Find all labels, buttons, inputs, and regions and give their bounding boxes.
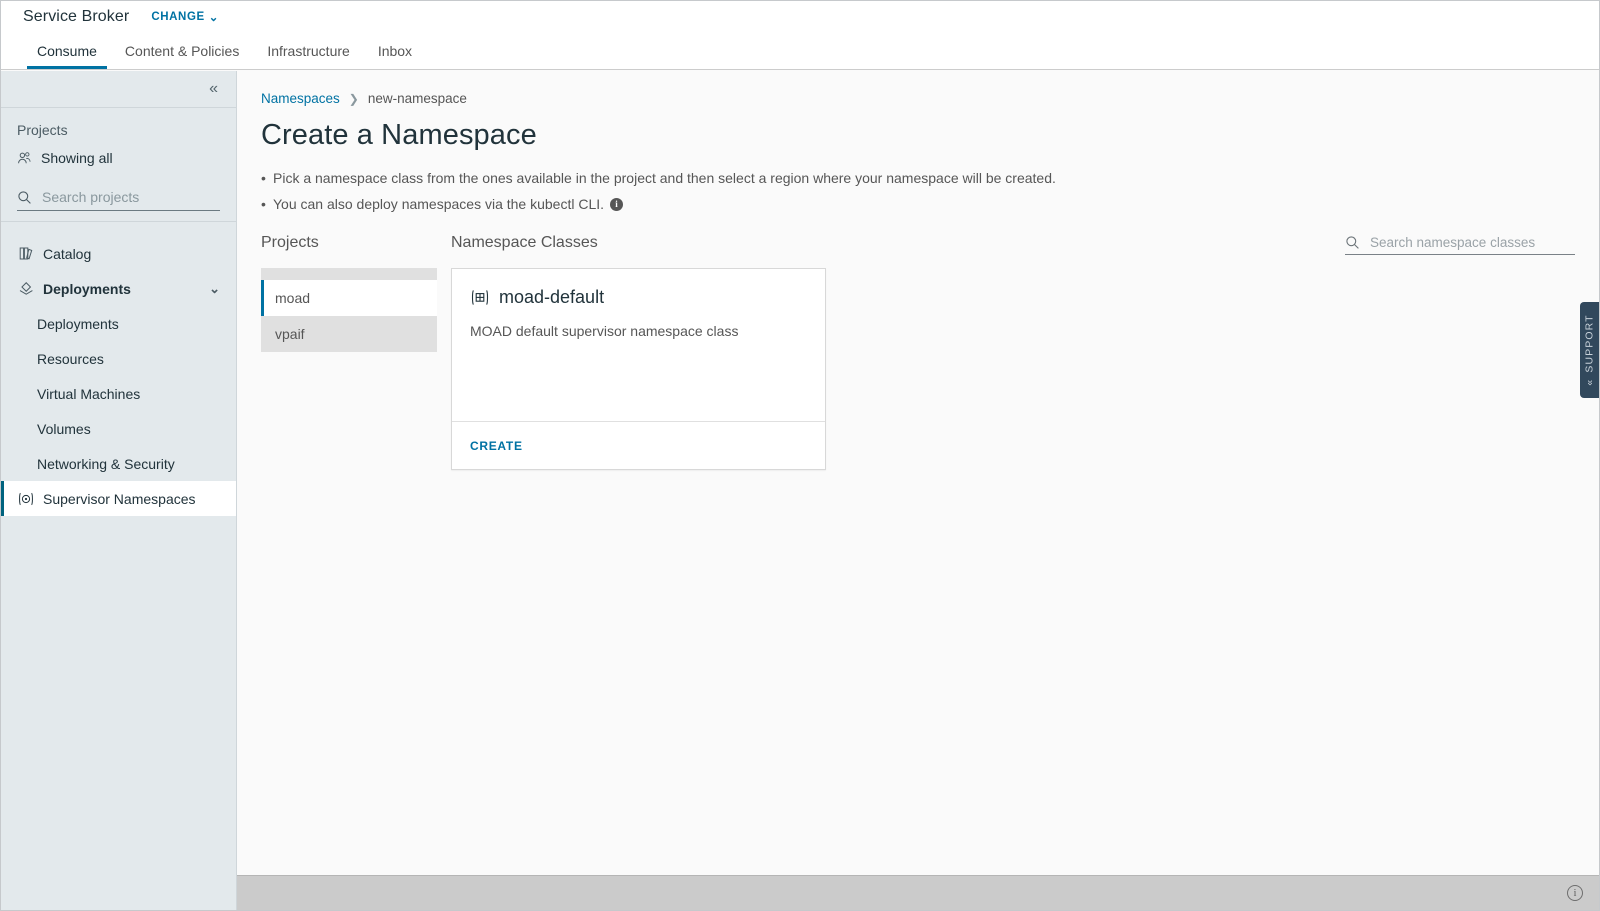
namespace-classes-column: Namespace Classes Search namespace class… <box>437 234 1575 470</box>
hint-item-kubectl: You can also deploy namespaces via the k… <box>261 196 1575 212</box>
sidebar-item-networking-and-security[interactable]: Networking & Security <box>1 446 236 481</box>
search-namespace-classes-field[interactable] <box>1345 234 1575 255</box>
chevron-double-left-icon: « <box>1583 378 1596 386</box>
chevron-down-icon: ⌄ <box>209 280 220 296</box>
search-projects-field[interactable] <box>17 188 220 211</box>
sidebar-item-catalog-label: Catalog <box>43 245 92 262</box>
app-title: Service Broker <box>23 7 130 25</box>
sidebar-group-deployments[interactable]: Deployments ⌄ <box>1 271 236 306</box>
support-tab-inner: « SUPPORT <box>1584 314 1596 385</box>
selection-columns: Projects moad vpaif Namespace Classes Se… <box>261 234 1575 470</box>
hint-item-pick-class: Pick a namespace class from the ones ava… <box>261 170 1575 186</box>
tab-content-and-policies-label: Content & Policies <box>124 42 240 59</box>
sidebar-item-supervisor-namespaces-label: Supervisor Namespaces <box>43 490 196 507</box>
sidebar-item-resources[interactable]: Resources <box>1 341 236 376</box>
showing-all-filter[interactable]: Showing all <box>17 150 220 166</box>
page-hints: Pick a namespace class from the ones ava… <box>261 170 1575 212</box>
info-icon[interactable]: i <box>1567 885 1583 901</box>
namespace-class-card-footer: CREATE <box>452 421 825 469</box>
sidebar-item-volumes[interactable]: Volumes <box>1 411 236 446</box>
list-item[interactable]: vpaif <box>261 316 437 352</box>
tab-consume-label: Consume <box>37 42 97 59</box>
app-header: Service Broker CHANGE ⌄ <box>1 1 1599 32</box>
sidebar-item-volumes-label: Volumes <box>37 420 91 437</box>
project-item-label: moad <box>275 290 311 306</box>
projects-section-label: Projects <box>17 122 68 138</box>
body-container: « Projects Showing all Search projects C… <box>1 71 1599 910</box>
projects-list: moad vpaif <box>261 268 437 352</box>
search-icon <box>17 190 32 205</box>
users-group-icon <box>17 151 33 165</box>
sidebar-item-supervisor-namespaces[interactable]: Supervisor Namespaces <box>1 481 236 516</box>
page-title: Create a Namespace <box>261 119 537 151</box>
projects-filter-block: Projects Showing all <box>1 108 236 222</box>
namespace-classes-grid: moad-default MOAD default supervisor nam… <box>451 268 1575 470</box>
project-item-label: vpaif <box>275 326 305 342</box>
breadcrumb-link-namespaces[interactable]: Namespaces <box>261 91 340 106</box>
search-icon <box>1345 235 1360 250</box>
change-org-label: CHANGE <box>151 10 205 23</box>
supervisor-namespaces-icon <box>17 492 35 506</box>
hint-item-pick-class-text: Pick a namespace class from the ones ava… <box>273 170 1056 186</box>
info-icon[interactable]: i <box>610 197 624 211</box>
namespace-class-description: MOAD default supervisor namespace class <box>470 323 739 339</box>
tab-infrastructure[interactable]: Infrastructure <box>253 32 363 69</box>
left-sidebar: « Projects Showing all Search projects C… <box>1 71 237 910</box>
namespace-class-card-body: moad-default MOAD default supervisor nam… <box>452 269 825 421</box>
support-tab-label: SUPPORT <box>1583 314 1596 373</box>
catalog-icon <box>17 246 35 261</box>
deployments-icon <box>17 281 35 296</box>
main-tabbar: Consume Content & Policies Infrastructur… <box>1 32 1599 70</box>
projects-column: Projects moad vpaif <box>261 234 437 352</box>
main-scroll-area: Namespaces ❯ new-namespace Create a Name… <box>237 71 1599 875</box>
search-projects-input[interactable] <box>40 188 220 206</box>
list-item[interactable]: moad <box>261 280 437 316</box>
tab-inbox[interactable]: Inbox <box>364 32 426 69</box>
sidebar-collapse-button[interactable]: « <box>1 71 236 108</box>
create-button[interactable]: CREATE <box>470 439 523 453</box>
chevron-right-icon: ❯ <box>348 91 359 106</box>
chevron-down-icon: ⌄ <box>208 11 220 24</box>
sidebar-item-catalog[interactable]: Catalog <box>1 236 236 271</box>
projects-column-heading: Projects <box>261 234 319 251</box>
support-tab[interactable]: « SUPPORT <box>1580 302 1599 398</box>
sidebar-item-virtual-machines-label: Virtual Machines <box>37 385 141 402</box>
sidebar-item-resources-label: Resources <box>37 350 104 367</box>
application-window: Service Broker CHANGE ⌄ Consume Content … <box>0 0 1600 911</box>
sidebar-group-deployments-label: Deployments <box>43 280 131 297</box>
namespace-class-card-title: moad-default <box>470 287 807 308</box>
tab-content-and-policies[interactable]: Content & Policies <box>111 32 253 69</box>
tab-consume[interactable]: Consume <box>23 32 111 69</box>
namespace-class-icon <box>470 289 490 306</box>
breadcrumb: Namespaces ❯ new-namespace <box>261 91 1575 106</box>
tab-inbox-label: Inbox <box>377 42 413 59</box>
change-org-button[interactable]: CHANGE ⌄ <box>151 10 219 24</box>
sidebar-item-networking-and-security-label: Networking & Security <box>37 455 175 472</box>
namespace-class-name: moad-default <box>499 287 605 307</box>
showing-all-label: Showing all <box>41 150 113 166</box>
tab-infrastructure-label: Infrastructure <box>267 42 350 59</box>
sidebar-item-deployments-label: Deployments <box>37 315 119 332</box>
chevron-double-left-icon: « <box>209 80 218 97</box>
namespace-class-card[interactable]: moad-default MOAD default supervisor nam… <box>451 268 826 470</box>
sidebar-item-virtual-machines[interactable]: Virtual Machines <box>1 376 236 411</box>
search-namespace-classes-input[interactable] <box>1368 234 1575 251</box>
breadcrumb-current: new-namespace <box>367 91 467 106</box>
sidebar-nav: Catalog Deployments ⌄ Deployments Resour… <box>1 222 236 910</box>
status-bar: i <box>237 875 1599 910</box>
hint-item-kubectl-text: You can also deploy namespaces via the k… <box>273 196 605 212</box>
sidebar-item-deployments[interactable]: Deployments <box>1 306 236 341</box>
main-content: Namespaces ❯ new-namespace Create a Name… <box>237 71 1599 910</box>
